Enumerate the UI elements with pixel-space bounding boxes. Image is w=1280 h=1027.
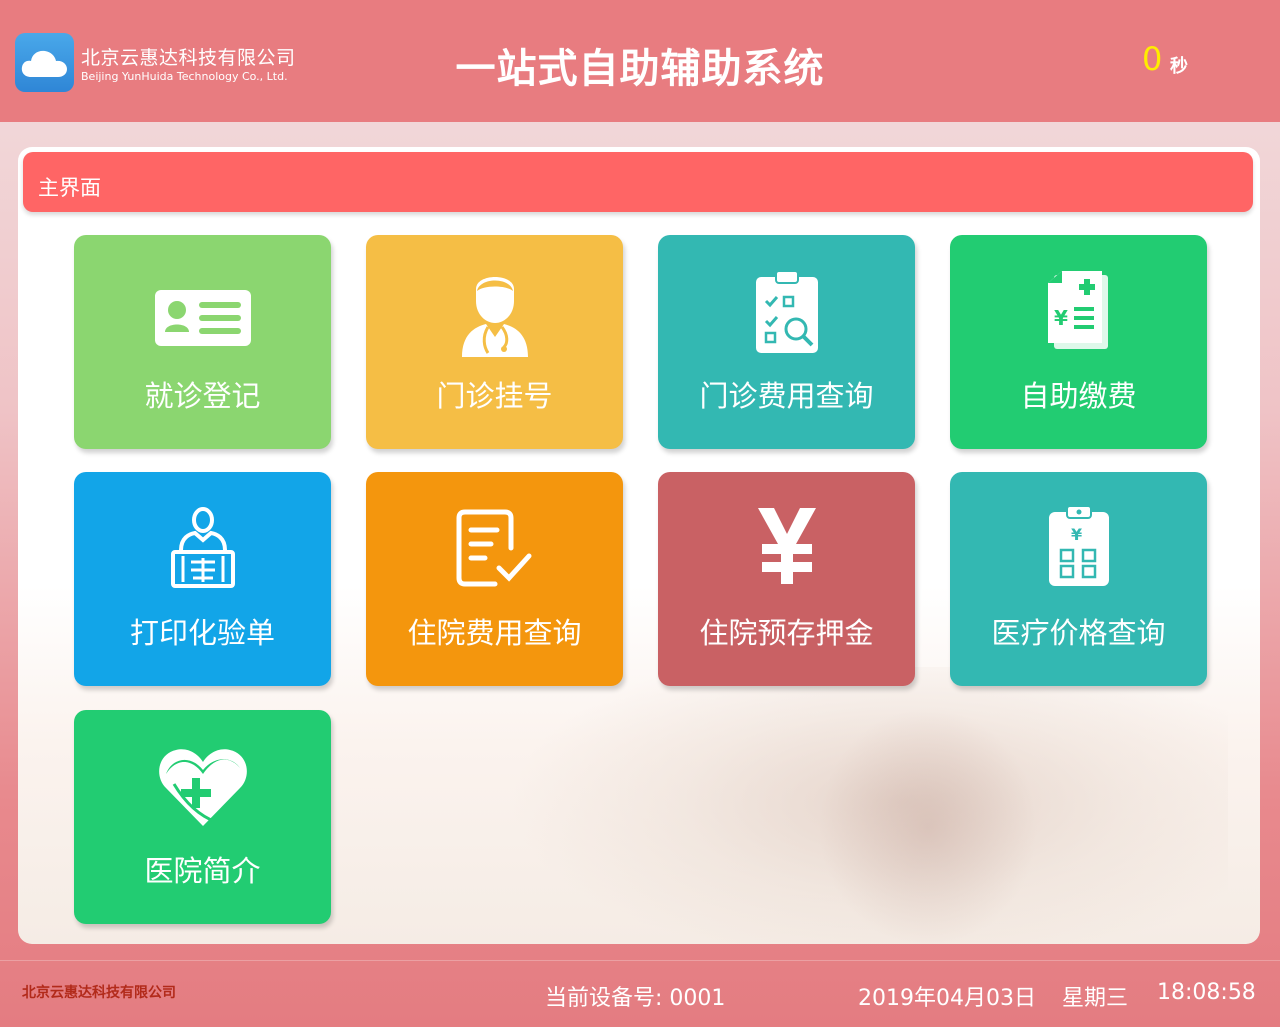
background-photo-detail bbox=[818, 707, 1038, 944]
tile-label: 门诊费用查询 bbox=[699, 379, 874, 413]
id-card-icon bbox=[74, 273, 331, 363]
doctor-icon bbox=[366, 273, 623, 363]
panel-title: 主界面 bbox=[38, 176, 101, 200]
app-title: 一站式自助辅助系统 bbox=[455, 46, 825, 92]
document-check-icon bbox=[366, 509, 623, 600]
invoice-icon: ¥ bbox=[950, 271, 1207, 363]
tile-label: 就诊登记 bbox=[144, 379, 261, 413]
company-name-en: Beijing YunHuida Technology Co., Ltd. bbox=[81, 70, 288, 83]
heart-plus-icon bbox=[74, 748, 331, 838]
top-header: 北京云惠达科技有限公司 Beijing YunHuida Technology … bbox=[0, 0, 1280, 122]
tile-outpatient-register[interactable]: 门诊挂号 bbox=[366, 235, 623, 449]
tile-label: 住院预存押金 bbox=[699, 616, 874, 650]
person-report-icon bbox=[74, 507, 331, 600]
tile-label: 医疗价格查询 bbox=[991, 616, 1166, 650]
tile-print-lab-report[interactable]: 打印化验单 bbox=[74, 472, 331, 686]
countdown-value: 0 bbox=[1142, 40, 1163, 78]
current-date: 2019年04月03日 bbox=[858, 986, 1036, 1011]
svg-text:¥: ¥ bbox=[1054, 306, 1068, 330]
clipboard-price-icon: ¥ bbox=[950, 505, 1207, 600]
company-name-cn: 北京云惠达科技有限公司 bbox=[81, 47, 296, 69]
countdown-unit: 秒 bbox=[1170, 56, 1188, 77]
tile-label: 门诊挂号 bbox=[436, 379, 553, 413]
clipboard-search-icon bbox=[658, 270, 915, 363]
footer-divider bbox=[0, 960, 1280, 961]
tile-inpatient-fee-query[interactable]: 住院费用查询 bbox=[366, 472, 623, 686]
device-number: 当前设备号: 0001 bbox=[545, 986, 726, 1011]
main-panel: 主界面 就诊登记 门诊挂号 门诊费用查询 ¥ 自助缴费 打印化验单 住院费用查询… bbox=[18, 147, 1260, 944]
tile-label: 自助缴费 bbox=[1020, 379, 1137, 413]
cloud-icon bbox=[15, 33, 74, 92]
tile-hospital-intro[interactable]: 医院简介 bbox=[74, 710, 331, 924]
tile-registration[interactable]: 就诊登记 bbox=[74, 235, 331, 449]
tile-self-payment[interactable]: ¥ 自助缴费 bbox=[950, 235, 1207, 449]
tile-outpatient-fee-query[interactable]: 门诊费用查询 bbox=[658, 235, 915, 449]
tile-medical-price-query[interactable]: ¥ 医疗价格查询 bbox=[950, 472, 1207, 686]
current-time: 18:08:58 bbox=[1157, 980, 1256, 1005]
tile-label: 医院简介 bbox=[144, 854, 261, 888]
panel-header: 主界面 bbox=[23, 152, 1253, 212]
tile-inpatient-deposit[interactable]: 住院预存押金 bbox=[658, 472, 915, 686]
yuan-icon bbox=[658, 508, 915, 600]
current-weekday: 星期三 bbox=[1062, 986, 1129, 1011]
footer-company: 北京云惠达科技有限公司 bbox=[22, 985, 176, 1001]
tile-label: 打印化验单 bbox=[129, 616, 275, 650]
svg-text:¥: ¥ bbox=[1071, 525, 1082, 544]
tile-label: 住院费用查询 bbox=[407, 616, 582, 650]
